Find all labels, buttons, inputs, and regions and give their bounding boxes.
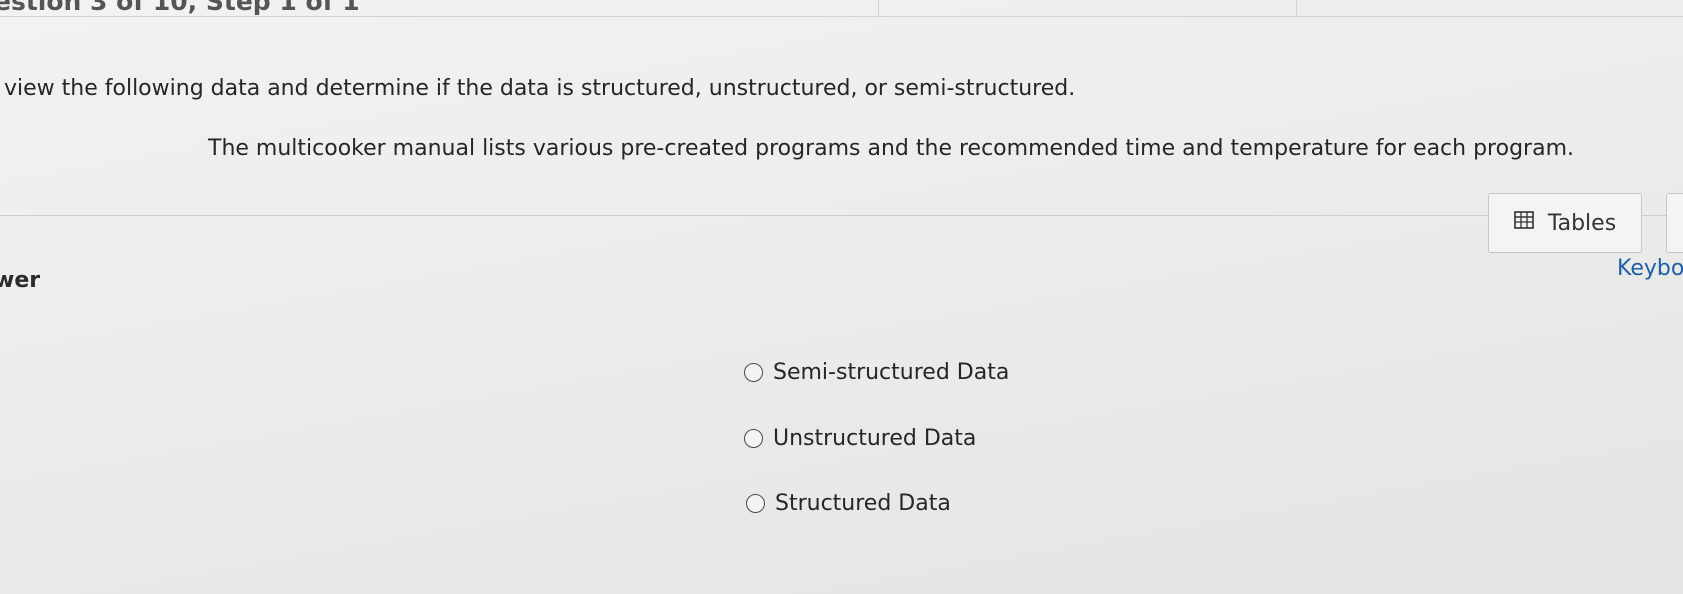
question-text: The multicooker manual lists various pre…	[208, 136, 1574, 161]
radio-button[interactable]	[746, 494, 765, 513]
question-progress-label: estion 3 of 10, Step 1 of 1	[0, 0, 360, 16]
radio-button[interactable]	[744, 363, 763, 382]
radio-button[interactable]	[744, 429, 763, 448]
answer-option-structured[interactable]: Structured Data	[746, 491, 951, 516]
tables-button-label: Tables	[1547, 210, 1617, 236]
header-separator	[878, 0, 879, 16]
section-divider	[0, 215, 1683, 216]
toolbar-button[interactable]	[1666, 193, 1683, 253]
header-divider	[0, 16, 1683, 17]
header-separator	[1296, 0, 1297, 16]
answer-option-label: Unstructured Data	[773, 426, 977, 451]
answer-option-label: Structured Data	[775, 491, 951, 516]
answer-option-semi-structured[interactable]: Semi-structured Data	[744, 360, 1009, 385]
answer-section-label: wer	[0, 268, 41, 293]
answer-option-unstructured[interactable]: Unstructured Data	[744, 426, 976, 451]
answer-option-label: Semi-structured Data	[773, 360, 1010, 385]
question-instructions: view the following data and determine if…	[4, 76, 1076, 101]
tables-button[interactable]: Tables	[1488, 193, 1642, 253]
keyboard-link[interactable]: Keybo	[1617, 256, 1683, 281]
table-icon	[1514, 210, 1534, 236]
